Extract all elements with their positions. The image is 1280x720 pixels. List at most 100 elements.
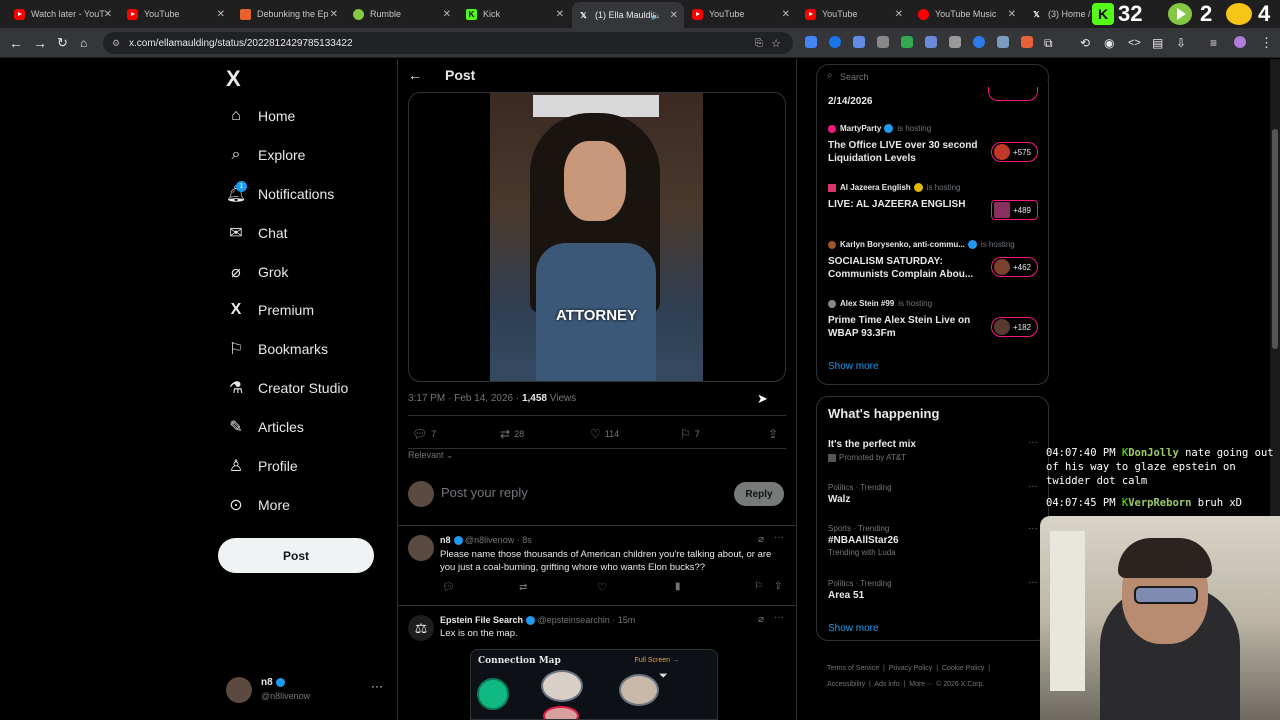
trend-item[interactable]: Politics · Trending Area 51 [828,579,1039,609]
video-player[interactable]: ATTORNEY [408,92,786,382]
live-listener-badge[interactable]: +489 [990,200,1038,220]
share-icon[interactable]: ⇪ [774,581,782,592]
more-icon[interactable]: ··· [1028,437,1038,448]
repost-action[interactable]: ⇄ 28 [500,427,524,441]
address-bar[interactable]: ⚙ x.com/ellamaulding/status/202281242978… [103,32,793,54]
map-node[interactable] [541,670,583,702]
share-action[interactable]: ⇪ [768,427,782,441]
tab-rumble[interactable]: Rumble ✕ [347,4,457,24]
sidebar-item-home[interactable]: ⌂ Home [226,104,295,128]
footer-link[interactable]: More ··· [909,681,934,688]
extensions-puzzle-icon[interactable]: ⧉ [1044,35,1053,51]
filter-icon[interactable]: ⏷ [659,670,668,683]
tab-x-home[interactable]: 𝕏 (3) Home / X [1025,4,1095,24]
extension-icon[interactable] [997,36,1009,48]
extension-icon[interactable] [973,36,985,48]
card-fullscreen-link[interactable]: Full Screen → [635,657,679,664]
extension-icon[interactable] [805,36,817,48]
extension-icon[interactable] [829,36,841,48]
extension-icon[interactable] [1021,36,1033,48]
tab-ella-maulding[interactable]: 𝕏 (1) Ella Mauldi 🔈 ✕ [572,2,684,28]
close-icon[interactable]: ✕ [330,9,338,20]
close-icon[interactable]: ✕ [895,9,903,20]
tab-watch-later[interactable]: Watch later - YouT ✕ [8,4,118,24]
close-icon[interactable]: ✕ [782,9,790,20]
home-icon[interactable]: ⌂ [80,35,87,51]
sidebar-item-articles[interactable]: ✎ Articles [226,415,304,439]
extension-icon[interactable] [901,36,913,48]
live-badge[interactable] [988,87,1038,101]
map-node[interactable] [543,706,579,719]
close-icon[interactable]: ✕ [104,9,112,20]
close-icon[interactable]: ✕ [443,9,451,20]
profile-avatar[interactable] [1234,36,1246,48]
more-icon[interactable]: ··· [774,612,784,623]
site-info-icon[interactable]: ⚙ [112,38,120,49]
sidebar-item-grok[interactable]: ⌀ Grok [226,260,288,284]
tab-youtube-3[interactable]: YouTube ✕ [799,4,909,24]
x-logo[interactable]: X [226,66,241,92]
scrollbar-thumb[interactable] [1272,129,1278,349]
repost-icon[interactable]: ⇄ [519,582,527,593]
extension-icon[interactable] [925,36,937,48]
reply-tweet[interactable]: ⚖ Epstein File Search @epsteinsearchin ·… [398,606,796,720]
trend-item[interactable]: Politics · Trending Walz [828,483,1039,513]
devtools-icon[interactable]: <> [1128,35,1141,51]
extension-icon[interactable] [949,36,961,48]
close-icon[interactable]: ✕ [1008,9,1016,20]
footer-link[interactable]: Privacy Policy [889,665,933,672]
trend-item[interactable]: Sports · Trending #NBAAllStar26 Trending… [828,524,1039,564]
more-icon[interactable]: ··· [1028,577,1038,588]
tab-youtube-2[interactable]: YouTube ✕ [686,4,796,24]
post-button[interactable]: Post [218,538,374,573]
sidebar-item-bookmarks[interactable]: ⚐ Bookmarks [226,337,328,361]
sidebar-item-more[interactable]: ⊙ More [226,493,290,517]
sidebar-item-chat[interactable]: ✉ Chat [226,221,287,245]
more-icon[interactable]: ··· [774,532,784,543]
more-icon[interactable]: ··· [371,679,383,693]
account-switcher[interactable]: n8 @n8livenow ··· [226,675,396,707]
reply-input[interactable]: Post your reply [441,485,528,500]
close-icon[interactable]: ✕ [556,9,564,20]
live-listener-badge[interactable]: +182 [990,317,1038,337]
heart-icon[interactable]: ♡ [597,581,607,594]
downloads-icon[interactable]: ⇩ [1176,35,1186,51]
reply-action[interactable]: 💬︎ 7 [412,427,436,441]
bookmark-icon[interactable]: ⚐ [754,581,763,592]
reply-tweet[interactable]: n8 @n8livenow · 8s ⌀ ··· Please name tho… [398,526,796,606]
show-more-link[interactable]: Show more [828,623,879,634]
tab-kick[interactable]: K Kick ✕ [460,4,570,24]
history-icon[interactable]: ⟲ [1080,35,1090,51]
sidebar-item-creator-studio[interactable]: ⚗ Creator Studio [226,376,348,400]
more-icon[interactable]: ··· [1028,523,1038,534]
more-icon[interactable]: ··· [1028,481,1038,492]
profile-sync-icon[interactable]: ◉ [1104,35,1114,51]
analytics-icon[interactable]: ▮ [675,581,681,592]
sidebar-item-explore[interactable]: ⌕ Explore [226,143,306,167]
reply-button[interactable]: Reply [734,482,784,506]
install-icon[interactable]: ⎘ [755,38,763,49]
reload-icon[interactable]: ↻ [57,35,68,51]
menu-lines-icon[interactable]: ≡ [1210,35,1217,51]
like-action[interactable]: ♡ 114 [590,427,619,441]
footer-link[interactable]: Accessibility [827,681,865,688]
live-listener-badge[interactable]: +462 [990,257,1038,277]
footer-link[interactable]: Ads info [874,681,899,688]
connection-map-card[interactable]: Connection Map Full Screen → ⏷ [470,649,718,720]
trend-item[interactable]: It's the perfect mix Promoted by AT&T [828,439,1039,469]
sidebar-item-premium[interactable]: X Premium [226,298,314,322]
extension-icon[interactable] [853,36,865,48]
map-node[interactable] [619,674,659,706]
grok-icon[interactable]: ⌀ [758,614,764,625]
tab-youtube-1[interactable]: YouTube ✕ [121,4,231,24]
bookmark-action[interactable]: ⚐ 7 [680,427,700,441]
sidebar-item-notifications[interactable]: 🔔︎ 1 Notifications [226,181,334,206]
footer-link[interactable]: Cookie Policy [942,665,984,672]
reading-list-icon[interactable]: ▤ [1152,35,1163,51]
close-icon[interactable]: ✕ [670,10,678,21]
close-icon[interactable]: ✕ [217,9,225,20]
tab-youtube-music[interactable]: YouTube Music ✕ [912,4,1022,24]
map-node[interactable] [477,678,509,710]
grok-icon[interactable]: ⌀ [758,534,764,545]
star-icon[interactable]: ☆ [771,37,781,50]
